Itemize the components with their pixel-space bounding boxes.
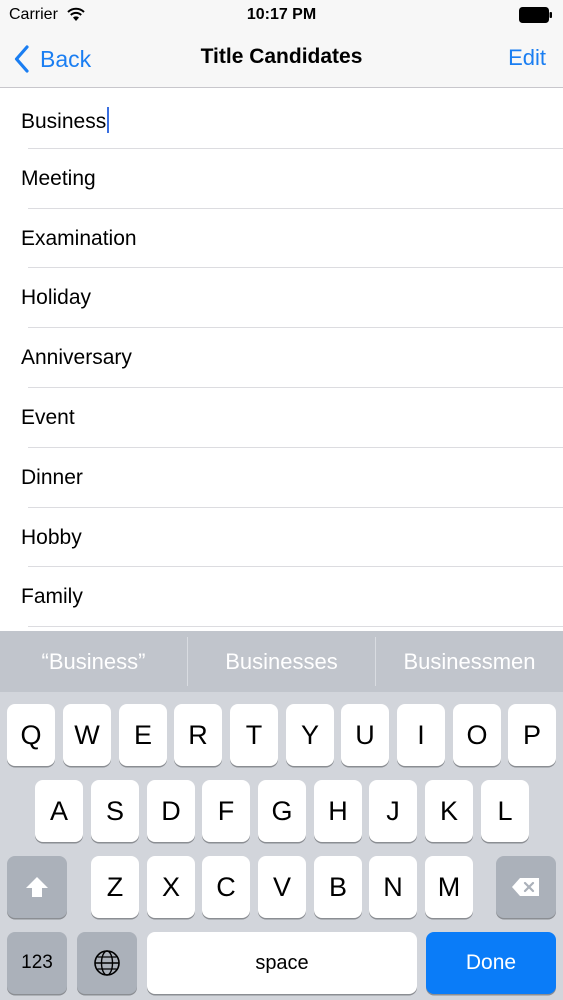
key-g[interactable]: G [258,780,306,842]
prediction-bar: “Business” Businesses Businessmen [0,631,563,692]
list-item-label: Dinner [21,465,83,489]
navigation-bar: Back Title Candidates Edit [0,30,563,88]
key-o[interactable]: O [453,704,501,766]
key-w[interactable]: W [63,704,111,766]
key-k[interactable]: K [425,780,473,842]
list-item[interactable]: Event [0,388,563,448]
key-e[interactable]: E [119,704,167,766]
back-button-label: Back [40,45,92,72]
list-item-label: Event [21,405,75,429]
shift-icon [26,877,48,897]
list-item-label: Meeting [21,166,96,190]
numbers-key[interactable]: 123 [7,932,67,994]
list-item[interactable]: Examination [0,209,563,269]
prediction-suggestion[interactable]: Businesses [188,631,375,692]
space-key[interactable]: space [147,932,417,994]
key-t[interactable]: T [230,704,278,766]
key-u[interactable]: U [341,704,389,766]
delete-icon [512,878,539,896]
done-key[interactable]: Done [426,932,556,994]
key-f[interactable]: F [202,780,250,842]
key-n[interactable]: N [369,856,417,918]
title-candidates-list: Business Meeting Examination Holiday Ann… [0,89,563,631]
battery-icon [519,7,552,23]
key-c[interactable]: C [202,856,250,918]
list-item[interactable]: Business [0,89,563,149]
back-button[interactable]: Back [14,42,91,76]
key-z[interactable]: Z [91,856,139,918]
key-h[interactable]: H [314,780,362,842]
status-time: 10:17 PM [246,6,317,23]
keyboard: “Business” Businesses Businessmen Q W E … [0,631,563,1000]
list-item-label: Hobby [21,525,82,549]
globe-icon [94,950,120,976]
list-item[interactable]: Anniversary [0,328,563,388]
key-d[interactable]: D [147,780,195,842]
list-item[interactable]: Dinner [0,448,563,508]
list-item[interactable]: Family [0,567,563,627]
list-item[interactable]: Hobby [0,508,563,568]
key-l[interactable]: L [481,780,529,842]
text-cursor [107,107,110,133]
key-j[interactable]: J [369,780,417,842]
prediction-suggestion[interactable]: Businessmen [376,631,563,692]
key-x[interactable]: X [147,856,195,918]
key-p[interactable]: P [508,704,556,766]
list-item-label[interactable]: Business [21,107,110,134]
edit-button[interactable]: Edit [508,45,546,71]
shift-key[interactable] [7,856,67,918]
list-item-label: Examination [21,226,137,250]
key-s[interactable]: S [91,780,139,842]
globe-key[interactable] [77,932,137,994]
list-item-label: Holiday [21,286,92,310]
key-y[interactable]: Y [286,704,334,766]
list-item-label: Family [21,585,83,609]
list-item[interactable]: Meeting [0,149,563,209]
prediction-suggestion[interactable]: “Business” [0,631,187,692]
list-item-label: Anniversary [21,346,132,370]
key-q[interactable]: Q [7,704,55,766]
key-v[interactable]: V [258,856,306,918]
key-r[interactable]: R [174,704,222,766]
key-a[interactable]: A [35,780,83,842]
key-b[interactable]: B [314,856,362,918]
key-i[interactable]: I [397,704,445,766]
list-item[interactable]: Holiday [0,268,563,328]
key-m[interactable]: M [425,856,473,918]
chevron-left-icon [14,45,29,73]
delete-key[interactable] [496,856,556,918]
status-bar: Carrier 10:17 PM [0,0,563,30]
